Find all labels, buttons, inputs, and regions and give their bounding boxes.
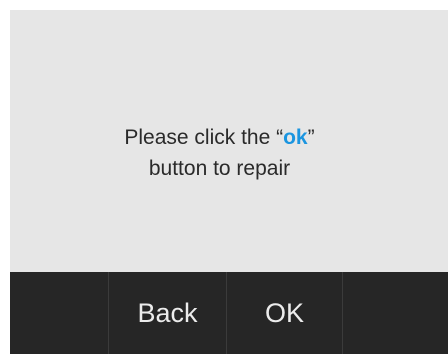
repair-dialog-screen: Please click the “ok” button to repair B… <box>10 10 448 354</box>
message-prefix: Please click the “ <box>124 126 284 149</box>
repair-message: Please click the “ok” button to repair <box>10 122 429 184</box>
footer-button-bar: Back OK <box>10 272 448 354</box>
message-line-1: Please click the “ok” <box>10 122 429 153</box>
ok-button[interactable]: OK <box>226 272 342 354</box>
back-button[interactable]: Back <box>108 272 226 354</box>
message-suffix: ” <box>307 126 315 149</box>
message-ok-highlight: ok <box>283 126 308 149</box>
message-line-2: button to repair <box>148 157 291 180</box>
footer-empty-slot-left <box>10 272 108 354</box>
footer-empty-slot-right <box>342 272 448 354</box>
